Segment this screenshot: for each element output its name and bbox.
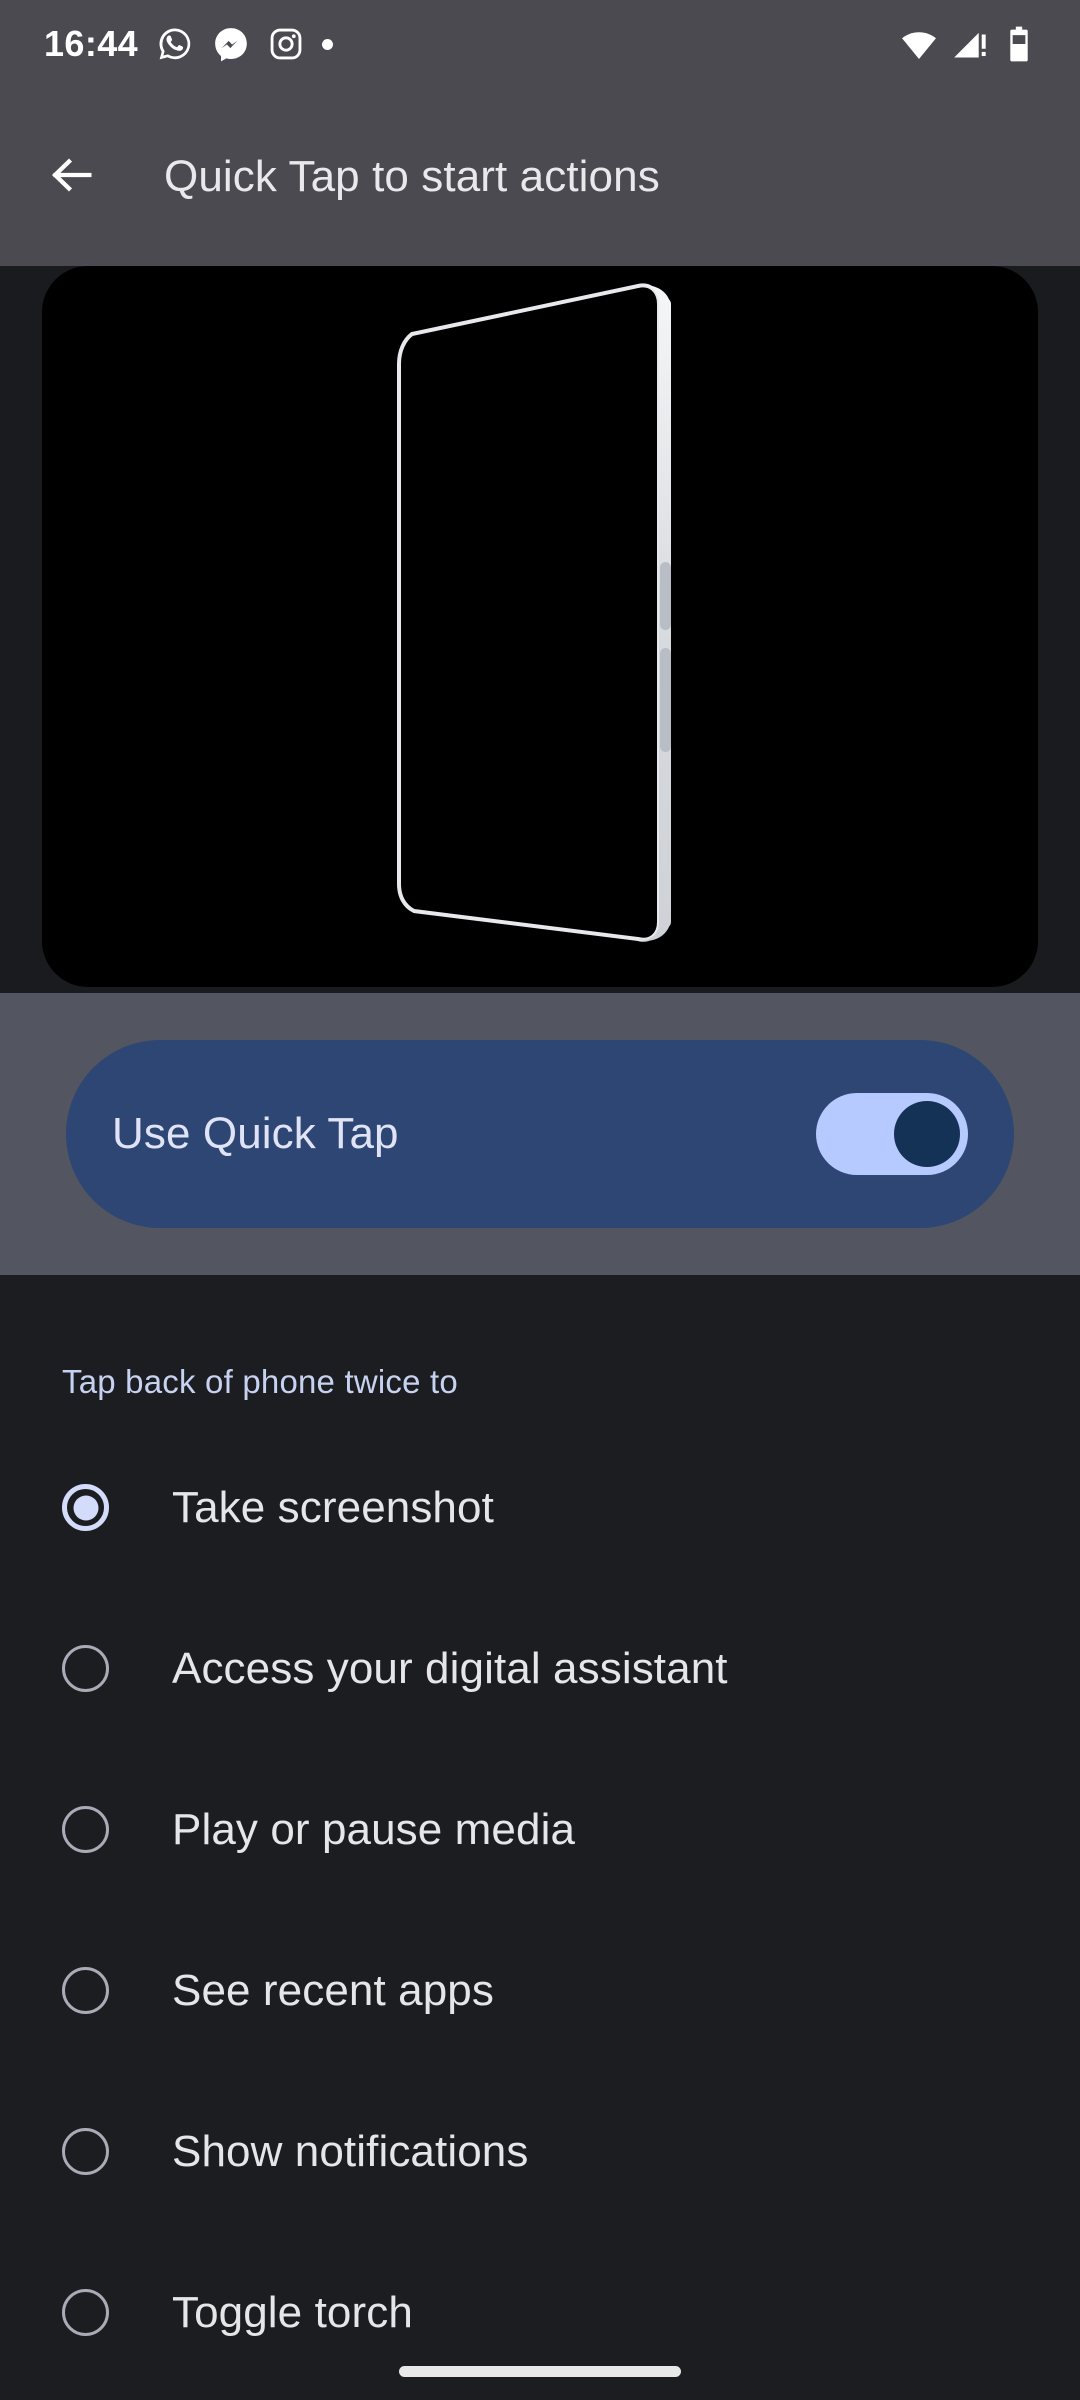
radio-button-icon[interactable] [62, 1645, 109, 1692]
radio-button-icon[interactable] [62, 1806, 109, 1853]
instagram-icon [268, 26, 304, 62]
whatsapp-icon [156, 25, 194, 63]
app-bar: Quick Tap to start actions [0, 88, 1080, 266]
status-bar: 16:44 [0, 0, 1080, 88]
use-quick-tap-label: Use Quick Tap [112, 1109, 399, 1158]
page-title: Quick Tap to start actions [164, 152, 660, 201]
home-gesture-handle[interactable] [399, 2365, 681, 2377]
back-button[interactable] [22, 127, 122, 227]
use-quick-tap-switch[interactable] [816, 1093, 968, 1175]
navigation-bar [0, 2342, 1080, 2400]
switch-thumb [894, 1101, 960, 1167]
radio-option-play-or-pause-media[interactable]: Play or pause media [0, 1749, 1080, 1910]
back-arrow-icon [46, 149, 98, 206]
radio-button-icon[interactable] [62, 2289, 109, 2336]
illustration-section [0, 266, 1080, 993]
radio-option-label: Toggle torch [172, 2287, 413, 2337]
radio-option-label: Play or pause media [172, 1804, 576, 1854]
radio-option-label: See recent apps [172, 1965, 494, 2015]
radio-option-access-digital-assistant[interactable]: Access your digital assistant [0, 1588, 1080, 1749]
use-quick-tap-card[interactable]: Use Quick Tap [66, 1040, 1014, 1228]
messenger-icon [212, 25, 250, 63]
actions-list-section: Tap back of phone twice to Take screensh… [0, 1275, 1080, 2400]
cellular-signal-alert-icon [951, 25, 989, 63]
radio-button-icon[interactable] [62, 1484, 109, 1531]
wifi-icon [900, 25, 938, 63]
radio-option-show-notifications[interactable]: Show notifications [0, 2071, 1080, 2232]
quick-tap-toggle-band: Use Quick Tap [0, 993, 1080, 1275]
quick-tap-phone-illustration [42, 266, 1038, 987]
radio-option-label: Show notifications [172, 2126, 529, 2176]
battery-icon [1002, 25, 1036, 63]
radio-option-take-screenshot[interactable]: Take screenshot [0, 1427, 1080, 1588]
notification-dot-icon [322, 38, 334, 50]
status-clock: 16:44 [44, 23, 139, 64]
radio-option-label: Take screenshot [172, 1482, 494, 1532]
status-bar-right [900, 25, 1036, 63]
status-bar-left: 16:44 [44, 23, 334, 64]
radio-option-label: Access your digital assistant [172, 1643, 728, 1693]
radio-button-icon[interactable] [62, 1967, 109, 2014]
list-section-header: Tap back of phone twice to [62, 1363, 458, 1400]
radio-button-icon[interactable] [62, 2128, 109, 2175]
actions-radio-group: Take screenshot Access your digital assi… [0, 1427, 1080, 2393]
phone-screen: 16:44 Quick Tap to start actions Use Qui… [0, 0, 1080, 2400]
radio-option-see-recent-apps[interactable]: See recent apps [0, 1910, 1080, 2071]
